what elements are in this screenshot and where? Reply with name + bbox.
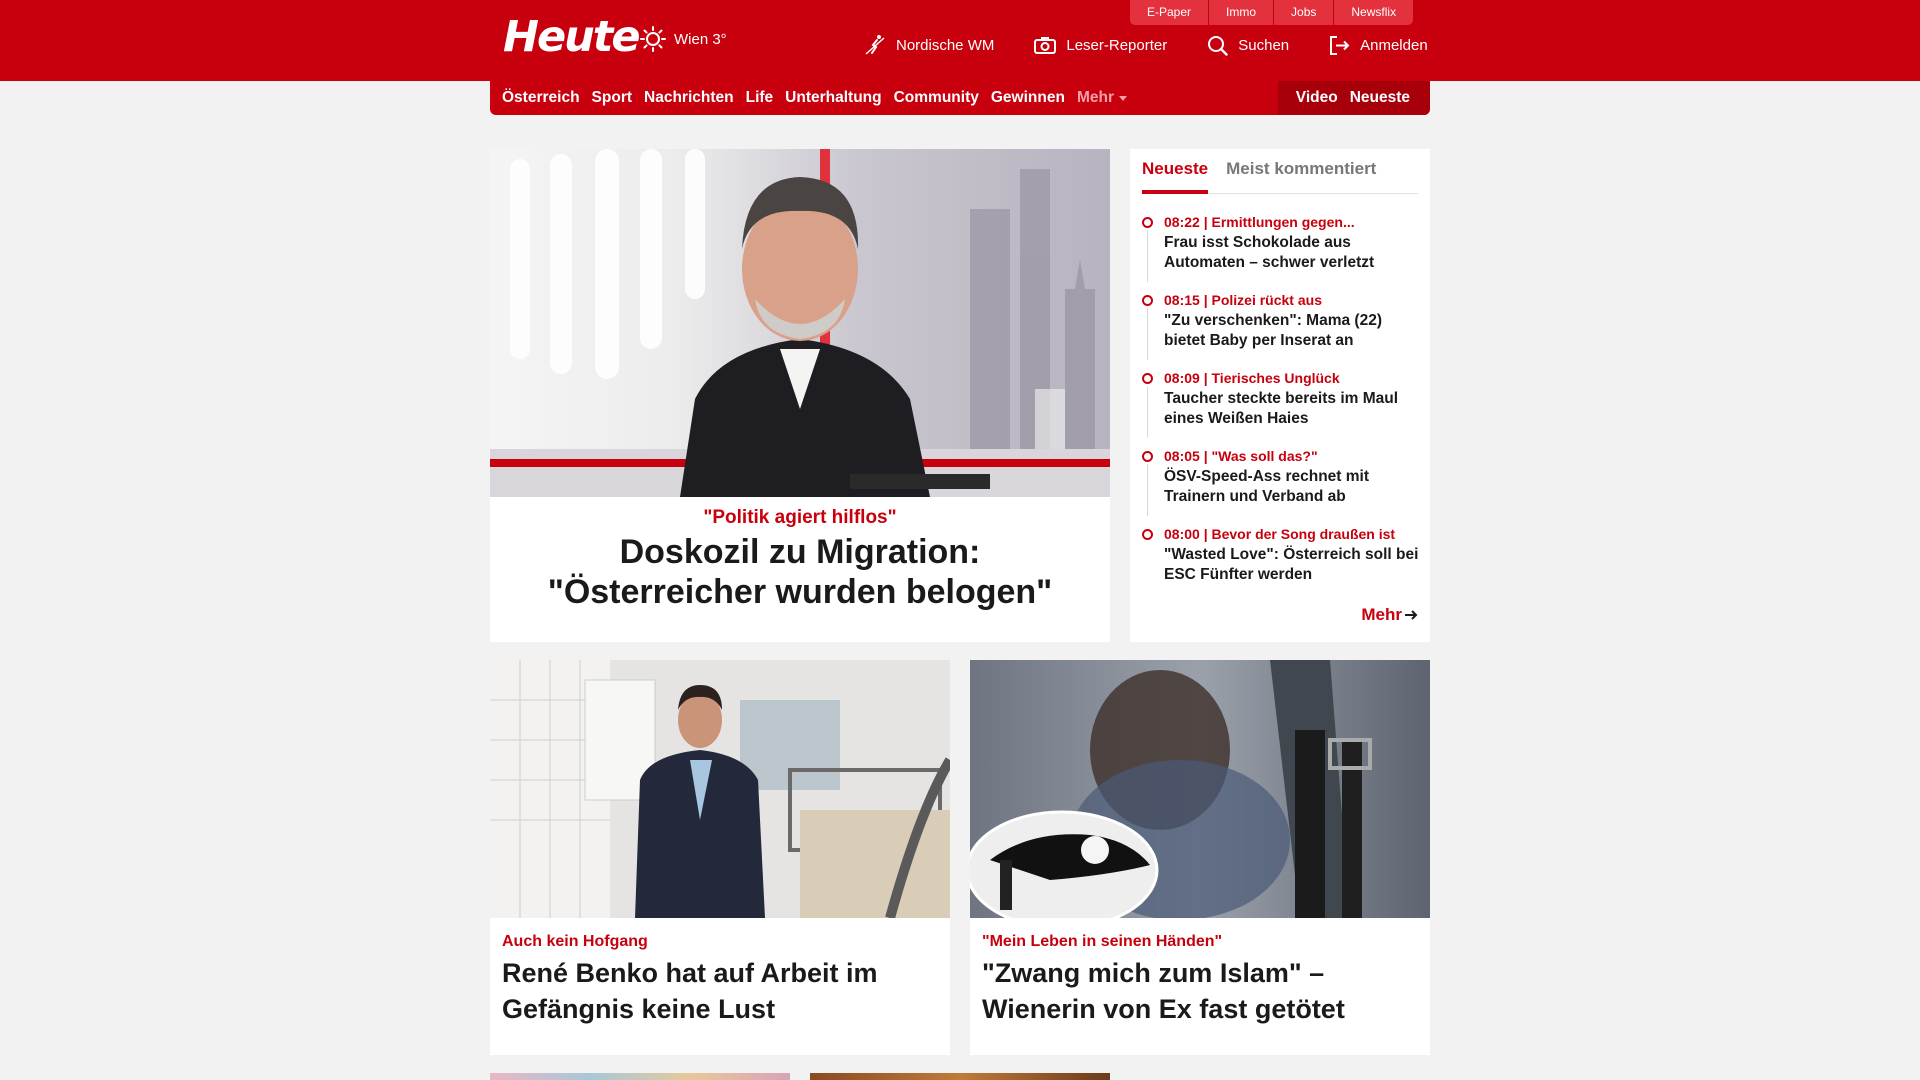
timeline-dot-icon: [1142, 373, 1153, 384]
tab-meist-kommentiert[interactable]: Meist kommentiert: [1226, 159, 1376, 194]
hero-kicker: "Politik agiert hilflos": [703, 507, 897, 528]
article-card-benko[interactable]: Auch kein Hofgang René Benko hat auf Arb…: [490, 660, 950, 1055]
list-item[interactable]: 08:05 | "Was soll das?" ÖSV-Speed-Ass re…: [1142, 447, 1422, 525]
timeline-dot-icon: [1142, 451, 1153, 462]
nav-right-group: Video Neueste: [1277, 81, 1430, 115]
sun-icon: [640, 26, 666, 52]
nav-more-label: Mehr: [1076, 89, 1114, 106]
weather-widget[interactable]: Wien 3°: [640, 26, 727, 52]
immo-link[interactable]: Immo: [1209, 0, 1274, 25]
news-sidebar: Neueste Meist kommentiert 08:22 | Ermitt…: [1130, 149, 1430, 642]
nordic-wm-label: Nordische WM: [896, 36, 995, 54]
list-item[interactable]: 08:15 | Polizei rückt aus "Zu verschenke…: [1142, 291, 1422, 369]
news-headline[interactable]: "Zu verschenken": Mama (22) bietet Baby …: [1164, 311, 1422, 351]
article-image[interactable]: [490, 660, 950, 918]
nav-item-unterhaltung[interactable]: Unterhaltung: [785, 89, 881, 107]
heute-logo[interactable]: Heute: [503, 12, 640, 62]
header-actions: Nordische WM Leser-Reporter Suchen Anmel…: [864, 34, 1428, 56]
nav-item-life[interactable]: Life: [746, 89, 774, 107]
search-label: Suchen: [1238, 36, 1290, 54]
nav-item-gewinnen[interactable]: Gewinnen: [991, 89, 1065, 107]
hero-image[interactable]: [490, 149, 1110, 497]
ski-icon: [865, 35, 885, 55]
sidebar-tabs: Neueste Meist kommentiert: [1142, 159, 1418, 194]
nav-item-community[interactable]: Community: [894, 89, 979, 107]
list-item[interactable]: 08:09 | Tierisches Unglück Taucher steck…: [1142, 369, 1422, 447]
nav-more-dropdown[interactable]: Mehr: [1077, 89, 1127, 107]
top-header: Heute Wien 3° E-Paper Immo Jobs Newsflix…: [0, 0, 1920, 81]
news-headline[interactable]: Frau isst Schokolade aus Automaten – sch…: [1164, 233, 1422, 273]
tab-neueste[interactable]: Neueste: [1142, 159, 1209, 194]
article-title[interactable]: "Zwang mich zum Islam" – Wienerin von Ex…: [982, 955, 1418, 1027]
news-meta: 08:00 | Bevor der Song draußen ist: [1164, 526, 1396, 542]
timeline-dot-icon: [1142, 295, 1153, 306]
next-row-thumbnail[interactable]: [490, 1073, 790, 1080]
cell-photo-illustration: [490, 660, 950, 918]
login-label: Anmelden: [1360, 36, 1428, 54]
login-icon: [1330, 35, 1350, 55]
nav-item-sport[interactable]: Sport: [592, 89, 632, 107]
news-meta: 08:15 | Polizei rückt aus: [1164, 292, 1322, 308]
arrow-right-icon: [1405, 610, 1418, 620]
nav-item-video[interactable]: Video: [1296, 89, 1338, 107]
camera-icon: [1034, 37, 1057, 54]
nav-item-oesterreich[interactable]: Österreich: [502, 89, 580, 107]
news-headline[interactable]: ÖSV-Speed-Ass rechnet mit Trainern und V…: [1164, 467, 1422, 507]
news-headline[interactable]: Taucher steckte bereits im Maul eines We…: [1164, 389, 1422, 429]
timeline-line: [1147, 386, 1148, 438]
leser-reporter-link[interactable]: Leser-Reporter: [1034, 34, 1167, 56]
article-kicker: Auch kein Hofgang: [502, 933, 648, 950]
timeline-dot-icon: [1142, 529, 1153, 540]
caret-down-icon: [1118, 95, 1127, 101]
top-links: E-Paper Immo Jobs Newsflix: [1130, 0, 1414, 25]
news-headline[interactable]: "Wasted Love": Österreich soll bei ESC F…: [1164, 545, 1422, 585]
nav-item-neueste[interactable]: Neueste: [1350, 89, 1410, 107]
list-item[interactable]: 08:00 | Bevor der Song draußen ist "Wast…: [1142, 525, 1422, 603]
jobs-link[interactable]: Jobs: [1274, 0, 1334, 25]
article-image[interactable]: [970, 660, 1430, 918]
list-item[interactable]: 08:22 | Ermittlungen gegen... Frau isst …: [1142, 213, 1422, 291]
hero-article[interactable]: "Politik agiert hilflos" Doskozil zu Mig…: [490, 149, 1110, 642]
sidebar-more-label: Mehr: [1361, 605, 1402, 624]
nav-item-nachrichten[interactable]: Nachrichten: [644, 89, 734, 107]
epaper-link[interactable]: E-Paper: [1130, 0, 1209, 25]
timeline-line: [1147, 230, 1148, 282]
timeline-line: [1147, 308, 1148, 360]
search-icon: [1208, 35, 1228, 56]
hero-photo-illustration: [490, 149, 1110, 497]
article-title[interactable]: René Benko hat auf Arbeit im Gefängnis k…: [502, 955, 938, 1027]
hero-title[interactable]: Doskozil zu Migration: "Österreicher wur…: [510, 532, 1090, 612]
news-timeline: 08:22 | Ermittlungen gegen... Frau isst …: [1142, 213, 1422, 603]
news-meta: 08:09 | Tierisches Unglück: [1164, 370, 1340, 386]
news-meta: 08:22 | Ermittlungen gegen...: [1164, 214, 1355, 230]
sidebar-more-link[interactable]: Mehr: [1361, 605, 1418, 625]
nordic-wm-link[interactable]: Nordische WM: [864, 34, 994, 56]
newsflix-link[interactable]: Newsflix: [1334, 0, 1414, 25]
news-meta: 08:05 | "Was soll das?": [1164, 448, 1318, 464]
weather-text: Wien 3°: [674, 30, 727, 48]
next-row-thumbnail[interactable]: [810, 1073, 1110, 1080]
article-card-islam[interactable]: "Mein Leben in seinen Händen" "Zwang mic…: [970, 660, 1430, 1055]
leser-reporter-label: Leser-Reporter: [1066, 36, 1168, 54]
login-button[interactable]: Anmelden: [1329, 34, 1428, 56]
search-button[interactable]: Suchen: [1207, 34, 1289, 56]
violence-photo-illustration: [970, 660, 1430, 918]
article-kicker: "Mein Leben in seinen Händen": [982, 933, 1223, 950]
timeline-line: [1147, 464, 1148, 516]
timeline-dot-icon: [1142, 217, 1153, 228]
main-navigation: Österreich Sport Nachrichten Life Unterh…: [490, 81, 1430, 115]
